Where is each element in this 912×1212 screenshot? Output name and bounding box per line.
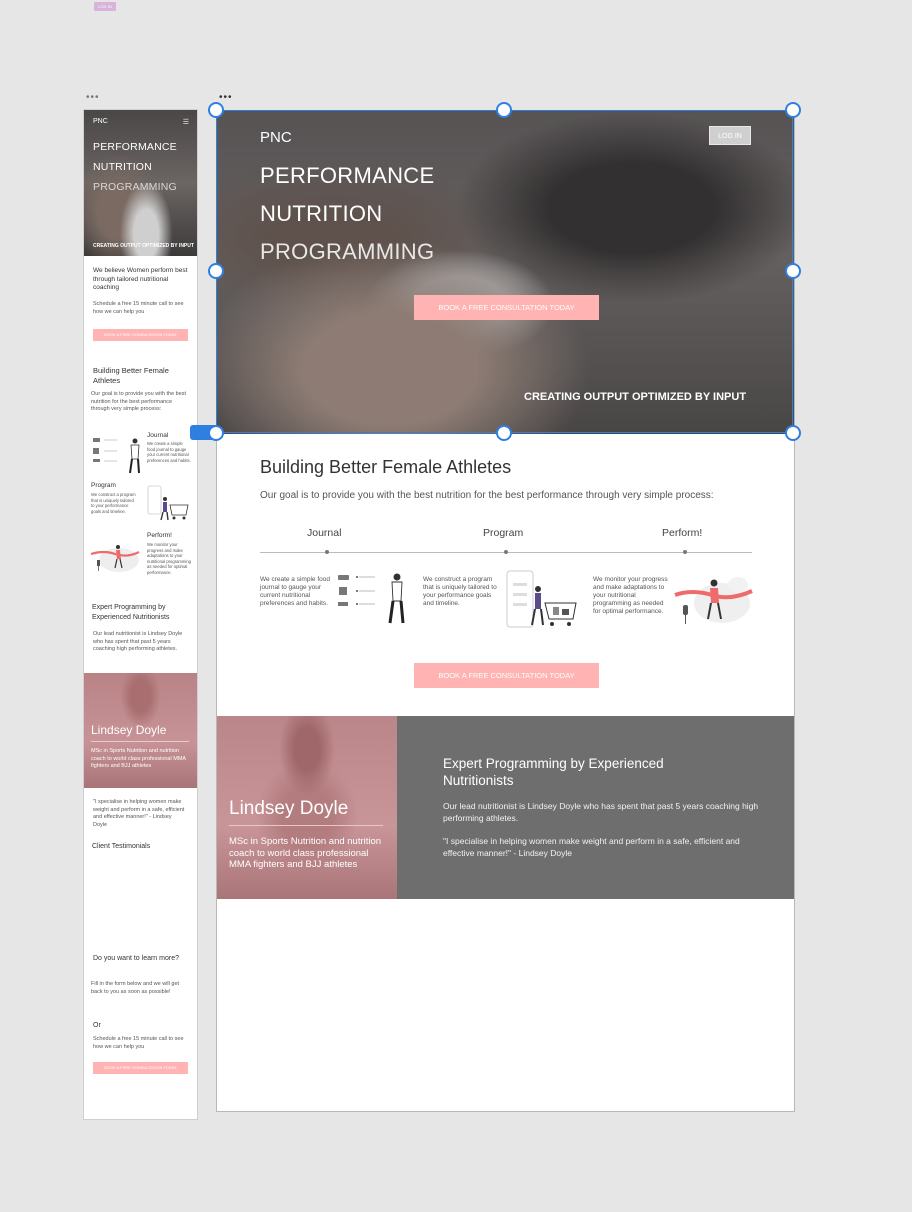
section-title: Building Better Female Athletes: [260, 457, 512, 477]
expert-title: Expert Programming by Experienced Nutrit…: [443, 756, 664, 788]
coach-name: Lindsey Doyle: [229, 798, 349, 819]
mobile-journal-text: We create a simple food journal to gauge…: [147, 441, 191, 463]
step-label-perform: Perform!: [662, 527, 703, 539]
mobile-artboard[interactable]: PNC ☰ PERFORMANCE NUTRITION PROGRAMMING …: [83, 109, 198, 1120]
hero-consultation-button[interactable]: BOOK A FREE CONSULTATION TODAY: [414, 295, 599, 320]
mobile-section-intro: Our goal is to provide you with the best…: [91, 391, 187, 412]
step-text-perform: We monitor your progress and make adapta…: [593, 576, 668, 615]
mobile-schedule-text-2: Schedule a free 15 minute call to see ho…: [93, 1036, 184, 1050]
login-button[interactable]: LOG IN: [709, 126, 751, 145]
hero-title-line1: PERFORMANCE: [260, 163, 435, 188]
mobile-expert-text: Our lead nutritionist is Lindsey Doyle w…: [93, 631, 183, 652]
mobile-schedule-text: Schedule a free 15 minute call to see ho…: [93, 301, 184, 315]
step-text-program: We construct a program that is uniquely …: [423, 576, 497, 607]
journal-illustration-icon: [338, 573, 405, 624]
step-label-journal: Journal: [307, 527, 342, 539]
mobile-testimonials-heading: Client Testimonials: [92, 843, 151, 850]
coach-photo: Lindsey Doyle MSc in Sports Nutrition an…: [217, 716, 397, 899]
resize-handle-bottom-left[interactable]: [208, 425, 224, 441]
mobile-title-line1: PERFORMANCE: [93, 141, 177, 153]
finish-line-illustration-icon: [674, 577, 753, 624]
hero-title-line3: PROGRAMMING: [260, 239, 435, 264]
resize-handle-middle-right[interactable]: [785, 263, 801, 279]
section-intro: Our goal is to provide you with the best…: [260, 490, 714, 501]
shopping-cart-illustration-icon: [506, 570, 577, 628]
mobile-program-label: Program: [91, 482, 116, 489]
resize-handle-top-right[interactable]: [785, 102, 801, 118]
mobile-section-title: Building Better Female Athletes: [93, 366, 169, 385]
step-text-journal: We create a simple food journal to gauge…: [260, 576, 330, 607]
mobile-coach-divider: [91, 741, 189, 742]
resize-handle-bottom-center[interactable]: [496, 425, 512, 441]
mobile-title-line2: NUTRITION: [93, 161, 152, 173]
mobile-consultation-button[interactable]: BOOK A FREE CONSULTATION TODAY: [93, 329, 188, 341]
mobile-quote: "I specialise in helping women make weig…: [93, 799, 185, 828]
mobile-or: Or: [93, 1022, 101, 1029]
coach-quote: "I specialise in helping women make weig…: [443, 836, 740, 858]
finish-line-illustration-icon: [90, 545, 140, 572]
resize-handle-top-center[interactable]: [496, 102, 512, 118]
hamburger-icon[interactable]: ☰: [183, 118, 189, 126]
hero-title-line2: NUTRITION: [260, 201, 383, 226]
resize-handle-middle-left[interactable]: [208, 263, 224, 279]
mobile-belief: We believe Women perform best through ta…: [93, 267, 188, 291]
desktop-hero[interactable]: PNC LOG IN PERFORMANCE NUTRITION PROGRAM…: [217, 111, 794, 434]
hero-photo-overlay: [217, 111, 794, 434]
timeline-dot-program: [504, 550, 508, 554]
expert-panel: Expert Programming by Experienced Nutrit…: [397, 716, 794, 899]
mobile-coach-desc: MSc in Sports Nutrition and nutrition co…: [91, 748, 186, 769]
journal-illustration-icon: [93, 438, 140, 474]
timeline-dot-journal: [325, 550, 329, 554]
mobile-perform-label: Perform!: [147, 532, 172, 539]
expert-text: Our lead nutritionist is Lindsey Doyle w…: [443, 801, 759, 823]
mobile-journal-label: Journal: [147, 432, 169, 439]
shopping-cart-illustration-icon: [147, 485, 189, 521]
desktop-logo[interactable]: PNC: [260, 129, 292, 146]
mobile-frame-menu-dots[interactable]: •••: [86, 93, 100, 103]
mobile-title-line3: PROGRAMMING: [93, 181, 177, 193]
mobile-form-text: Fill in the form below and we will get b…: [91, 981, 180, 995]
mobile-logo[interactable]: PNC: [93, 118, 108, 125]
mini-login-tag[interactable]: LOG IN: [94, 2, 116, 11]
mobile-hero: PNC ☰ PERFORMANCE NUTRITION PROGRAMMING …: [84, 110, 197, 256]
mobile-learn-more: Do you want to learn more?: [93, 955, 179, 962]
timeline-dot-perform: [683, 550, 687, 554]
mobile-coach-name: Lindsey Doyle: [91, 723, 167, 737]
mobile-coach-photo: Lindsey Doyle MSc in Sports Nutrition an…: [84, 673, 197, 788]
coach-desc: MSc in Sports Nutrition and nutrition co…: [229, 836, 382, 870]
mobile-expert-title: Expert Programming by Experienced Nutrit…: [92, 604, 170, 621]
resize-handle-bottom-right[interactable]: [785, 425, 801, 441]
resize-handle-top-left[interactable]: [208, 102, 224, 118]
consultation-button-2[interactable]: BOOK A FREE CONSULTATION TODAY: [414, 663, 599, 688]
coach-divider: [229, 825, 383, 826]
mobile-tagline: CREATING OUTPUT OPTIMIZED BY INPUT: [93, 243, 194, 249]
step-label-program: Program: [483, 527, 524, 539]
mobile-consultation-button-2[interactable]: BOOK A FREE CONSULTATION TODAY: [93, 1062, 188, 1074]
mobile-perform-text: We monitor your progress and make adapta…: [147, 542, 191, 575]
desktop-frame-menu-dots[interactable]: •••: [219, 93, 233, 103]
hero-tagline: CREATING OUTPUT OPTIMIZED BY INPUT: [524, 391, 747, 403]
desktop-artboard[interactable]: PNC LOG IN PERFORMANCE NUTRITION PROGRAM…: [216, 110, 795, 1112]
mobile-program-text: We construct a program that is uniquely …: [91, 492, 136, 514]
